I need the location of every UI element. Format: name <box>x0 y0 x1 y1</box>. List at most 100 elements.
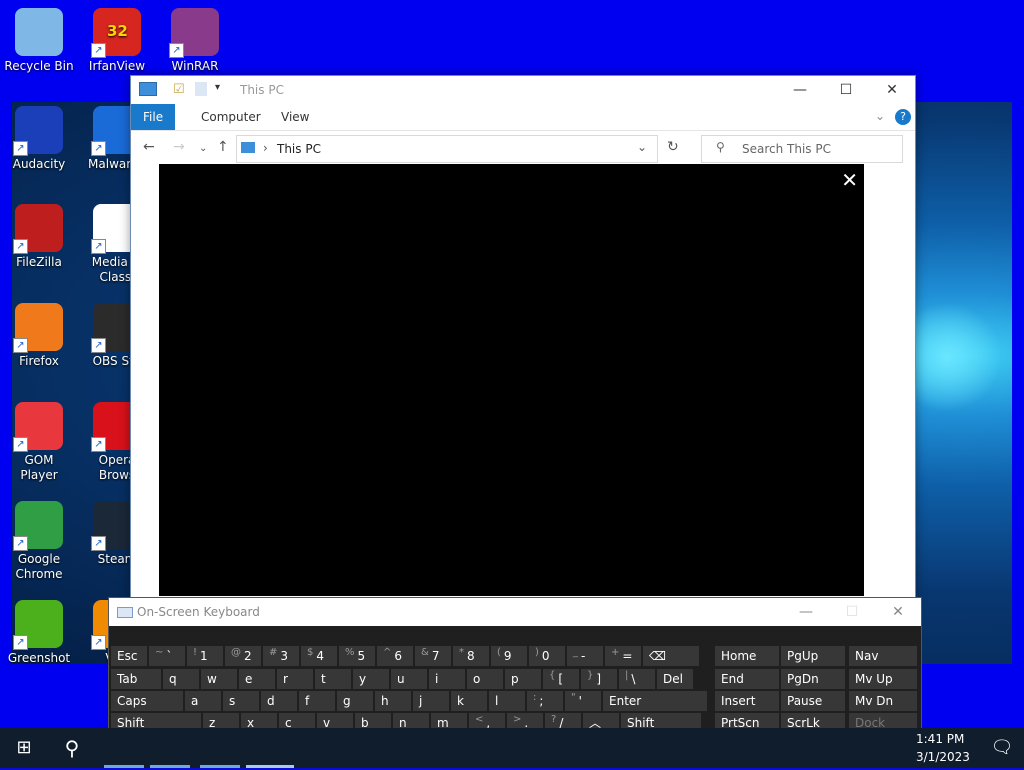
filezilla-icon: ↗ <box>13 204 63 254</box>
key-esc[interactable]: Esc <box>111 646 147 666</box>
desktop-icon-greenshot[interactable]: ↗ Greenshot <box>4 600 74 666</box>
back-arrow-icon[interactable]: ← <box>143 139 155 155</box>
key-i[interactable]: i <box>429 669 465 689</box>
address-bar[interactable]: › This PC ⌄ <box>236 135 658 163</box>
key-1[interactable]: ! 1 <box>187 646 223 666</box>
key--[interactable]: _ - <box>567 646 603 666</box>
qat-dropdown-icon[interactable]: ▾ <box>215 82 220 93</box>
key-punct[interactable]: :; <box>527 691 563 711</box>
key-g[interactable]: g <box>337 691 373 711</box>
key-h[interactable]: h <box>375 691 411 711</box>
key-5[interactable]: % 5 <box>339 646 375 666</box>
help-icon[interactable]: ? <box>895 109 911 125</box>
desktop-icon-audacity[interactable]: ↗ Audacity <box>4 106 74 172</box>
close-button[interactable]: ✕ <box>869 76 915 104</box>
tab-computer[interactable]: Computer <box>189 104 273 130</box>
notification-icon[interactable]: 🗨 <box>980 728 1024 768</box>
refresh-icon[interactable]: ↻ <box>667 139 679 155</box>
winrar-icon: ↗ <box>169 8 219 58</box>
overlay-close-icon[interactable]: ✕ <box>841 168 858 192</box>
key-mvup[interactable]: Mv Up <box>849 669 917 689</box>
key-bracket[interactable]: }] <box>581 669 617 689</box>
key-pause[interactable]: Pause <box>781 691 845 711</box>
key-end[interactable]: End <box>715 669 779 689</box>
desktop-icon-irfanview[interactable]: 32 ↗ IrfanView <box>82 8 152 74</box>
desktop-icon-chrome[interactable]: ↗ Google Chrome <box>4 501 74 582</box>
key-bracket[interactable]: {[ <box>543 669 579 689</box>
address-text: This PC <box>277 142 321 156</box>
shortcut-arrow-icon: ↗ <box>91 239 106 254</box>
up-arrow-icon[interactable]: ↑ <box>217 139 229 155</box>
key-4[interactable]: $4 <box>301 646 337 666</box>
shortcut-arrow-icon: ↗ <box>91 43 106 58</box>
address-dropdown-icon[interactable]: ⌄ <box>637 140 647 154</box>
key-8[interactable]: * 8 <box>453 646 489 666</box>
key-pgdn[interactable]: PgDn <box>781 669 845 689</box>
key-insert[interactable]: Insert <box>715 691 779 711</box>
maximize-button[interactable]: ☐ <box>823 76 869 104</box>
key-d[interactable]: d <box>261 691 297 711</box>
key-tab[interactable]: Tab <box>111 669 161 689</box>
key-l[interactable]: l <box>489 691 525 711</box>
desktop-icon-winrar[interactable]: ↗ WinRAR <box>160 8 230 74</box>
forward-arrow-icon[interactable]: → <box>173 139 185 155</box>
window-title: This PC <box>240 83 284 97</box>
tab-view[interactable]: View <box>269 104 321 130</box>
desktop-icon-gom-player[interactable]: ↗ GOM Player <box>4 402 74 483</box>
key-nav[interactable]: Nav <box>849 646 917 666</box>
key-3[interactable]: #3 <box>263 646 299 666</box>
new-folder-icon[interactable] <box>195 82 207 96</box>
tab-file[interactable]: File <box>131 104 176 130</box>
osk-minimize-button[interactable]: — <box>783 598 829 626</box>
key-f[interactable]: f <box>299 691 335 711</box>
key-backspace[interactable]: ⌫ <box>643 646 699 666</box>
desktop-icon-recycle-bin[interactable]: Recycle Bin <box>4 8 74 74</box>
key-q[interactable]: q <box>163 669 199 689</box>
key-o[interactable]: o <box>467 669 503 689</box>
properties-icon[interactable]: ☑ <box>173 82 185 97</box>
key-pgup[interactable]: PgUp <box>781 646 845 666</box>
key-mvdn[interactable]: Mv Dn <box>849 691 917 711</box>
osk-close-button[interactable]: ✕ <box>875 598 921 626</box>
key-7[interactable]: & 7 <box>415 646 451 666</box>
key-y[interactable]: y <box>353 669 389 689</box>
key-punct[interactable]: " ' <box>565 691 601 711</box>
desktop-icon-firefox[interactable]: ↗ Firefox <box>4 303 74 369</box>
search-box[interactable]: ⚲ Search This PC <box>701 135 903 163</box>
key-2[interactable]: @2 <box>225 646 261 666</box>
desktop-icon-filezilla[interactable]: ↗ FileZilla <box>4 204 74 270</box>
key-bracket[interactable]: | \ <box>619 669 655 689</box>
key-u[interactable]: u <box>391 669 427 689</box>
key-w[interactable]: w <box>201 669 237 689</box>
key-`[interactable]: ~ ` <box>149 646 185 666</box>
key-=[interactable]: + = <box>605 646 641 666</box>
recent-locations-icon[interactable]: ⌄ <box>199 143 207 154</box>
key-a[interactable]: a <box>185 691 221 711</box>
key-s[interactable]: s <box>223 691 259 711</box>
shortcut-arrow-icon: ↗ <box>13 536 28 551</box>
key-9[interactable]: (9 <box>491 646 527 666</box>
blank-overlay-window[interactable]: ✕ <box>159 164 864 596</box>
key-caps-lock[interactable]: Caps <box>111 691 183 711</box>
osk-titlebar[interactable]: On-Screen Keyboard — ☐ ✕ <box>109 598 921 626</box>
key-0[interactable]: ) 0 <box>529 646 565 666</box>
key-j[interactable]: j <box>413 691 449 711</box>
osk-maximize-button[interactable]: ☐ <box>829 598 875 626</box>
key-home[interactable]: Home <box>715 646 779 666</box>
minimize-button[interactable]: — <box>777 76 823 104</box>
key-enter[interactable]: Enter <box>603 691 707 711</box>
key-delete[interactable]: Del <box>657 669 693 689</box>
recycle-bin-icon <box>15 8 63 56</box>
start-button[interactable]: ⊞ <box>0 728 48 768</box>
key-r[interactable]: r <box>277 669 313 689</box>
shortcut-arrow-icon: ↗ <box>169 43 184 58</box>
key-t[interactable]: t <box>315 669 351 689</box>
key-k[interactable]: k <box>451 691 487 711</box>
explorer-titlebar[interactable]: ☑ ▾ This PC — ☐ ✕ <box>131 76 915 104</box>
key-p[interactable]: p <box>505 669 541 689</box>
key-6[interactable]: ^ 6 <box>377 646 413 666</box>
ribbon-expand-icon[interactable]: ⌄ <box>875 109 885 123</box>
clock[interactable]: 1:41 PM 3/1/2023 <box>916 728 976 770</box>
search-button[interactable]: ⚲ <box>48 728 96 768</box>
key-e[interactable]: e <box>239 669 275 689</box>
